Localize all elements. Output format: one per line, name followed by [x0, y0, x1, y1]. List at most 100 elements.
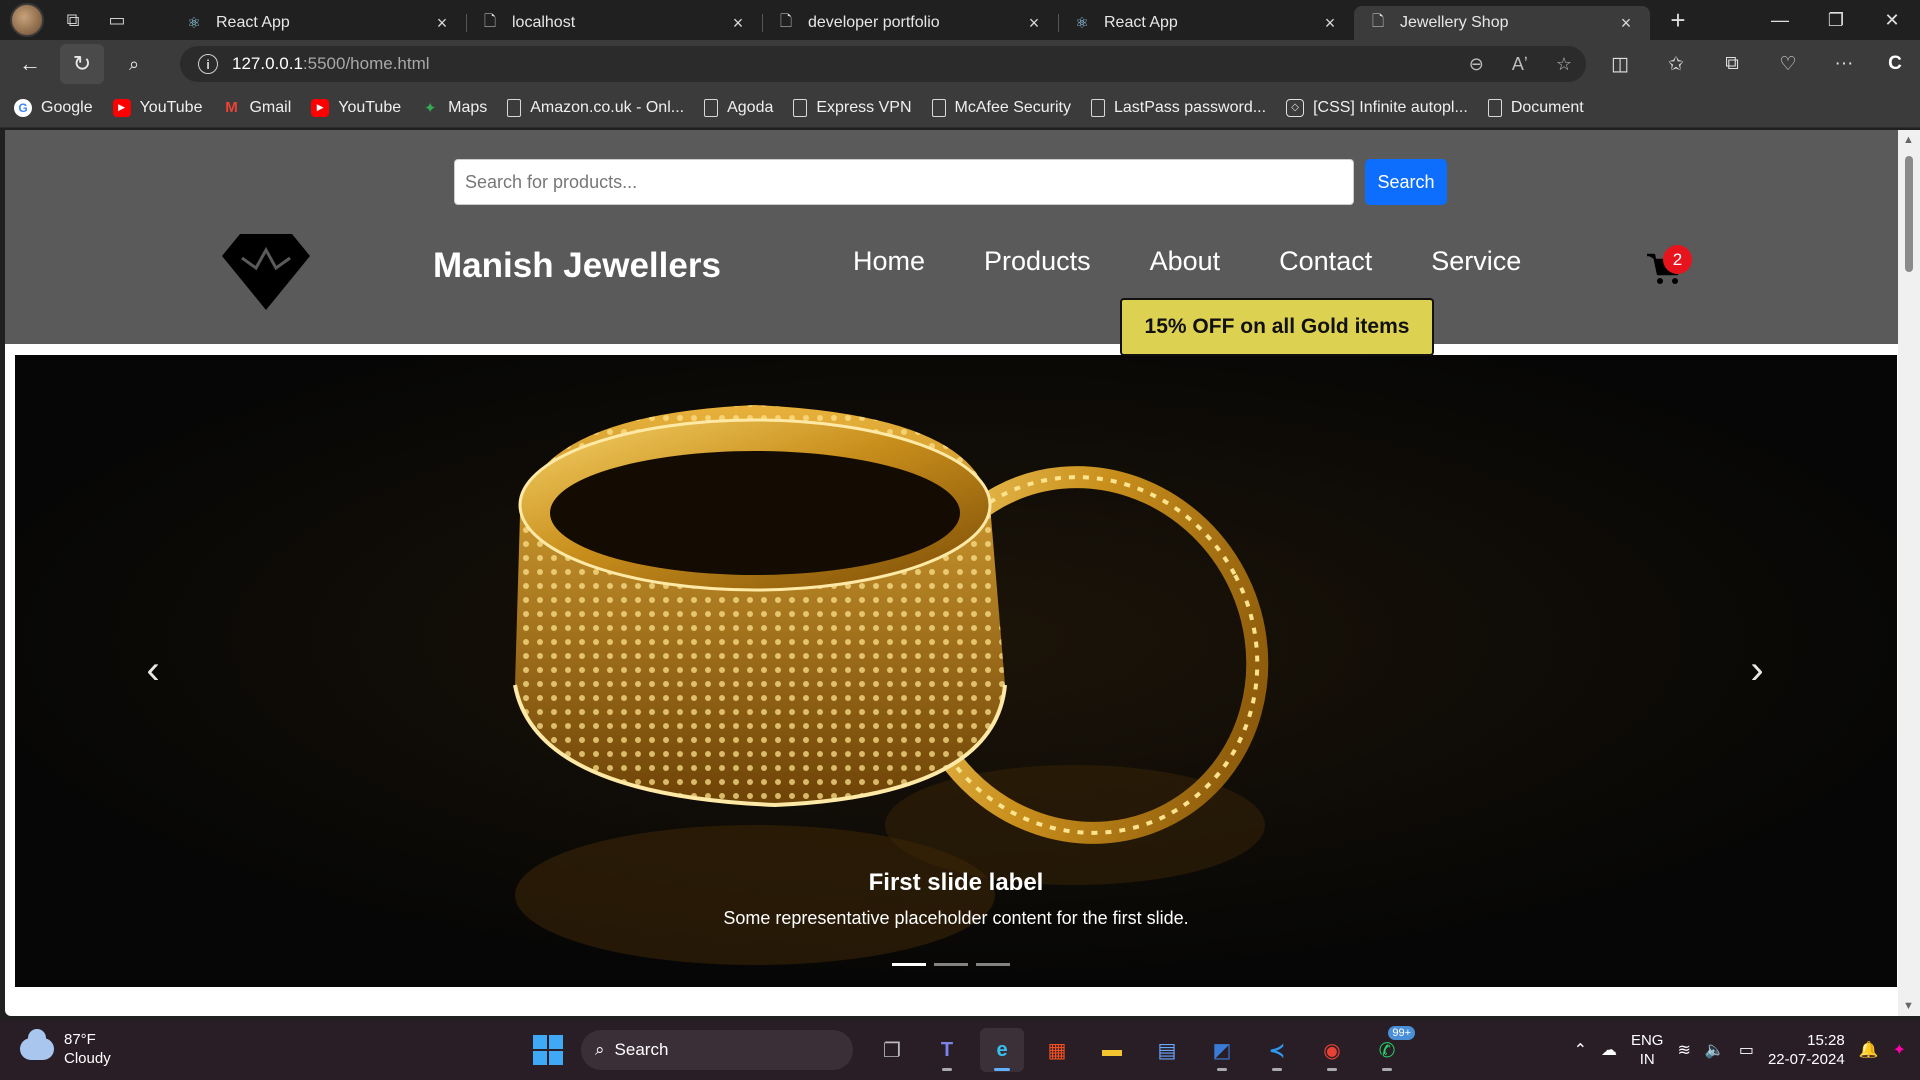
bookmark-amazon[interactable]: Amazon.co.uk - Onl... — [507, 98, 684, 117]
split-screen-icon[interactable]: ◫ — [1600, 44, 1640, 84]
microsoft-store-icon[interactable]: ▦ — [1035, 1028, 1079, 1072]
volume-icon[interactable]: 🔈 — [1705, 1040, 1725, 1060]
react-icon: ⚛ — [187, 15, 201, 32]
file-explorer-icon[interactable]: ▬ — [1090, 1028, 1134, 1072]
tab-localhost[interactable]: 🗋 localhost × — [466, 6, 762, 40]
wifi-icon[interactable]: ≋ — [1677, 1040, 1690, 1060]
nav-contact[interactable]: Contact — [1279, 246, 1372, 277]
bookmark-lastpass[interactable]: LastPass password... — [1090, 98, 1266, 117]
scroll-down-icon[interactable]: ▼ — [1903, 1000, 1914, 1012]
brand-name[interactable]: Manish Jewellers — [433, 246, 721, 286]
bookmark-gmail[interactable]: M Gmail — [222, 99, 291, 117]
weather-widget[interactable]: 87°F Cloudy — [20, 1029, 111, 1068]
teams-icon[interactable]: T — [925, 1028, 969, 1072]
search-icon: ⌕ — [595, 1040, 605, 1059]
bookmark-css-autoplay[interactable]: ◇ [CSS] Infinite autopl... — [1286, 98, 1468, 117]
windows-start-icon[interactable] — [526, 1028, 570, 1072]
url-text[interactable]: 127.0.0.1:5500/home.html — [232, 54, 430, 74]
remote-desktop-icon[interactable]: ◩ — [1200, 1028, 1244, 1072]
onedrive-icon[interactable]: ☁ — [1601, 1040, 1617, 1060]
tab-developer-portfolio[interactable]: 🗋 developer portfolio × — [762, 6, 1058, 40]
bookmark-google[interactable]: G Google — [14, 98, 93, 117]
tab-react-app-2[interactable]: ⚛ React App × — [1058, 6, 1354, 40]
carousel-indicator-2[interactable] — [934, 963, 968, 966]
product-search-input[interactable] — [454, 159, 1354, 205]
language-indicator[interactable]: ENG IN — [1631, 1031, 1664, 1069]
copilot-taskbar-icon[interactable]: ✦ — [1893, 1040, 1906, 1060]
favorite-star-icon[interactable]: ☆ — [1556, 54, 1572, 75]
vscode-icon[interactable]: ≺ — [1255, 1028, 1299, 1072]
restore-icon[interactable]: ❐ — [1808, 0, 1864, 40]
google-icon: G — [14, 98, 32, 117]
whatsapp-icon[interactable]: ✆ 99+ — [1365, 1026, 1415, 1072]
bookmark-youtube-2[interactable]: ▶ YouTube — [311, 98, 401, 117]
nav-about[interactable]: About — [1150, 246, 1221, 277]
page-icon: 🗋 — [779, 12, 793, 30]
minimize-icon[interactable]: — — [1752, 0, 1808, 40]
new-tab-button[interactable]: + — [1658, 3, 1698, 37]
close-tab-icon[interactable]: × — [728, 13, 748, 34]
address-bar[interactable]: i 127.0.0.1:5500/home.html ⊖ Aʼ ☆ — [180, 46, 1586, 82]
slide-caption-title: First slide label — [868, 869, 1044, 896]
scroll-up-icon[interactable]: ▲ — [1903, 134, 1914, 146]
bookmark-youtube[interactable]: ▶ YouTube — [112, 98, 202, 117]
copilot-icon[interactable]: C — [1880, 49, 1910, 79]
collections-icon[interactable]: ⧉ — [1712, 44, 1752, 84]
site-info-icon[interactable]: i — [198, 54, 218, 74]
bookmark-document[interactable]: Document — [1487, 98, 1584, 117]
maps-icon: ✦ — [423, 99, 437, 117]
mysql-workbench-icon[interactable]: ▤ — [1145, 1028, 1189, 1072]
workspaces-icon[interactable]: ⧉ — [58, 5, 88, 35]
tab-actions-icon[interactable]: ▭ — [102, 5, 132, 35]
nav-home[interactable]: Home — [853, 246, 925, 277]
close-tab-icon[interactable]: × — [1320, 13, 1340, 34]
carousel-indicator-1[interactable] — [892, 963, 926, 966]
slide-caption-text: Some representative placeholder content … — [723, 908, 1189, 928]
notification-bell-icon[interactable]: 🔔 — [1859, 1040, 1879, 1060]
close-window-icon[interactable]: ✕ — [1864, 0, 1920, 40]
refresh-button[interactable]: ↻ — [60, 44, 104, 84]
task-view-icon[interactable]: ❐ — [870, 1028, 914, 1072]
carousel-indicator-3[interactable] — [976, 963, 1010, 966]
close-tab-icon[interactable]: × — [1616, 13, 1636, 34]
battery-icon[interactable]: ▭ — [1739, 1040, 1754, 1060]
chrome-icon[interactable]: ◉ — [1310, 1028, 1354, 1072]
edge-icon[interactable]: e — [980, 1028, 1024, 1072]
page-icon: 🗋 — [483, 12, 497, 30]
carousel-next-icon[interactable]: › — [1737, 640, 1777, 700]
read-aloud-icon[interactable]: Aʼ — [1512, 54, 1528, 75]
diamond-logo-icon[interactable] — [220, 228, 312, 312]
favorites-icon[interactable]: ✩ — [1656, 44, 1696, 84]
tab-jewellery-shop[interactable]: 🗋 Jewellery Shop × — [1354, 6, 1650, 40]
zoom-out-icon[interactable]: ⊖ — [1469, 54, 1484, 75]
weather-temperature: 87°F — [64, 1031, 96, 1048]
whatsapp-badge: 99+ — [1388, 1026, 1415, 1040]
close-tab-icon[interactable]: × — [1024, 13, 1044, 34]
bookmark-mcafee[interactable]: McAfee Security — [931, 98, 1071, 117]
clock[interactable]: 15:28 22-07-2024 — [1768, 1031, 1845, 1069]
carousel-prev-icon[interactable]: ‹ — [133, 640, 173, 700]
weather-condition: Cloudy — [64, 1050, 111, 1067]
youtube-icon: ▶ — [112, 98, 131, 117]
scroll-thumb[interactable] — [1905, 156, 1913, 272]
more-menu-icon[interactable]: ··· — [1824, 44, 1864, 84]
tab-react-app-1[interactable]: ⚛ React App × — [170, 6, 466, 40]
nav-products[interactable]: Products — [984, 246, 1091, 277]
nav-service[interactable]: Service — [1431, 246, 1521, 277]
carousel-indicators — [892, 963, 1010, 966]
show-hidden-icons-icon[interactable]: ⌃ — [1574, 1040, 1587, 1060]
search-button[interactable]: Search — [1365, 159, 1447, 205]
back-button[interactable]: ← — [8, 44, 52, 84]
cart-count-badge: 2 — [1663, 245, 1692, 274]
browser-essentials-icon[interactable]: ♡ — [1768, 44, 1808, 84]
profile-avatar[interactable] — [10, 3, 44, 37]
search-icon[interactable]: ⌕ — [112, 44, 156, 84]
gmail-icon: M — [225, 99, 238, 116]
close-tab-icon[interactable]: × — [432, 13, 452, 34]
bookmark-agoda[interactable]: Agoda — [704, 98, 773, 117]
bookmark-maps[interactable]: ✦ Maps — [421, 99, 487, 117]
bookmark-express-vpn[interactable]: Express VPN — [793, 98, 912, 117]
page-scrollbar[interactable]: ▲ ▼ — [1898, 130, 1920, 1016]
taskbar-search[interactable]: ⌕ Search — [581, 1030, 853, 1070]
codepen-icon: ◇ — [1286, 98, 1305, 117]
